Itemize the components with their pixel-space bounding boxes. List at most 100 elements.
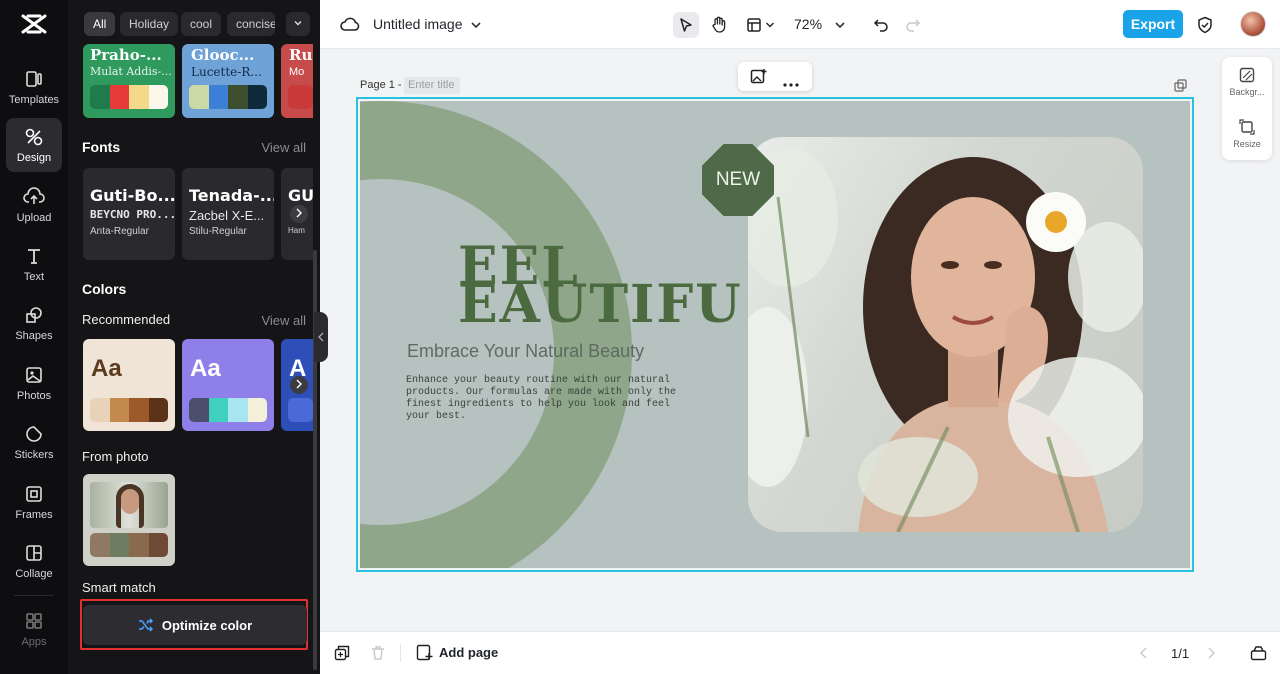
body-paragraph[interactable]: Enhance your beauty routine with our nat…	[406, 375, 681, 423]
redo-icon	[906, 19, 921, 32]
palette-sample-text: Aa	[91, 355, 122, 382]
from-photo-title: From photo	[82, 449, 149, 464]
from-photo-card[interactable]	[83, 474, 175, 566]
hand-tool-button[interactable]	[706, 12, 732, 38]
fonts-next-button[interactable]	[290, 205, 308, 223]
rail-item-photos[interactable]: Photos	[6, 356, 62, 410]
palette-swatches	[288, 398, 313, 422]
theme-font-name: Ru	[289, 46, 313, 64]
undo-button[interactable]	[868, 12, 894, 38]
templates-icon	[23, 68, 45, 90]
chip-holiday[interactable]: Holiday	[120, 12, 179, 36]
duplicate-icon[interactable]	[334, 645, 350, 666]
top-toolbar: Untitled image 72% Export	[320, 0, 1280, 49]
subtitle-text[interactable]: Embrace Your Natural Beauty	[407, 341, 644, 362]
prev-page-icon[interactable]	[1139, 646, 1149, 665]
colors-title: Colors	[82, 281, 127, 297]
theme-card[interactable]: Ru Mo	[281, 44, 313, 118]
export-button[interactable]: Export	[1123, 10, 1183, 38]
photo-swatches	[90, 533, 168, 557]
zoom-level[interactable]: 72%	[794, 16, 822, 32]
theme-swatches	[90, 85, 168, 109]
rail-item-text[interactable]: Text	[6, 237, 62, 291]
theme-font-sub: Lucette-R...	[191, 65, 262, 79]
title-dropdown-chevron-icon[interactable]	[463, 12, 489, 38]
recommended-title: Recommended	[82, 312, 171, 327]
undo-icon	[873, 19, 888, 32]
next-page-icon[interactable]	[1206, 646, 1216, 665]
theme-font-name: Praho-...	[90, 46, 162, 64]
select-tool-button[interactable]	[673, 12, 699, 38]
rail-item-label: Templates	[8, 94, 60, 106]
model-photo[interactable]	[748, 137, 1143, 532]
colors-view-all-link[interactable]: View all	[261, 313, 306, 328]
chip-cool[interactable]: cool	[181, 12, 222, 36]
document-title[interactable]: Untitled image	[373, 16, 463, 32]
font-card[interactable]: Tenada-... Zacbel X-E... Stilu-Regular	[182, 168, 274, 260]
rail-item-frames[interactable]: Frames	[6, 475, 62, 529]
rail-item-label: Design	[16, 152, 52, 164]
font-card-line3: Anta-Regular	[90, 226, 149, 237]
page-manager-icon[interactable]	[1250, 645, 1267, 666]
more-options-icon[interactable]	[783, 74, 799, 92]
upload-icon	[23, 186, 45, 208]
rail-item-label: Photos	[16, 390, 52, 402]
redo-button[interactable]	[900, 12, 926, 38]
frames-icon	[23, 483, 45, 505]
background-tool[interactable]: Backgr...	[1222, 67, 1272, 97]
avatar[interactable]	[1240, 11, 1266, 37]
palette-swatches	[189, 398, 267, 422]
zoom-chevron-icon[interactable]	[827, 12, 853, 38]
chip-all[interactable]: All	[84, 12, 116, 36]
chips-more-button[interactable]	[286, 12, 310, 36]
collapse-panel-button[interactable]	[314, 312, 328, 362]
replace-image-icon[interactable]	[750, 68, 768, 90]
cloud-icon[interactable]	[337, 12, 363, 38]
color-palette-card[interactable]: Aa	[182, 339, 274, 431]
cursor-icon	[680, 18, 692, 32]
text-icon	[23, 245, 45, 267]
palette-sample-text: Aa	[190, 355, 221, 382]
theme-font-name: Glooc...	[191, 46, 255, 64]
rail-item-label: Frames	[15, 509, 53, 521]
resize-tool[interactable]: Resize	[1222, 119, 1272, 149]
theme-card[interactable]: Glooc... Lucette-R...	[182, 44, 274, 118]
theme-swatches	[189, 85, 267, 109]
apps-icon	[23, 610, 45, 632]
duplicate-page-icon[interactable]	[1174, 79, 1187, 97]
rail-item-design[interactable]: Design	[6, 118, 62, 172]
shapes-icon	[23, 304, 45, 326]
shield-icon[interactable]	[1192, 12, 1218, 38]
color-palette-card[interactable]: Aa	[83, 339, 175, 431]
rail-item-templates[interactable]: Templates	[6, 60, 62, 114]
rail-item-upload[interactable]: Upload	[6, 178, 62, 232]
font-card-line1: Guti-Bo...	[90, 186, 175, 205]
palette-swatches	[90, 398, 168, 422]
rail-item-apps[interactable]: Apps	[6, 602, 62, 656]
chevron-right-icon	[296, 379, 302, 389]
font-card-line3: Stilu-Regular	[189, 226, 247, 237]
photos-icon	[23, 364, 45, 386]
trash-icon[interactable]	[370, 645, 386, 666]
optimize-color-button[interactable]: Optimize color	[83, 605, 307, 645]
headline-line-2[interactable]: EAUTIFU	[458, 279, 743, 331]
add-page-button[interactable]: Add page	[416, 644, 498, 661]
layout-dropdown-button[interactable]	[741, 12, 779, 38]
theme-swatches	[288, 85, 313, 109]
rail-item-shapes[interactable]: Shapes	[6, 296, 62, 350]
colors-next-button[interactable]	[290, 376, 308, 394]
smart-match-title: Smart match	[82, 580, 156, 595]
rail-item-collage[interactable]: Collage	[6, 534, 62, 588]
rail-item-label: Shapes	[15, 330, 53, 342]
chevron-down-icon	[294, 21, 302, 26]
rail-item-stickers[interactable]: Stickers	[6, 415, 62, 469]
design-icon	[23, 126, 45, 148]
design-canvas[interactable]: NEW EEL EAUTIFU Embrace Your Natural Bea…	[360, 101, 1190, 568]
theme-card[interactable]: Praho-... Mulat Addis-...	[83, 44, 175, 118]
chip-concise[interactable]: concise	[227, 12, 275, 36]
rail-divider	[14, 595, 54, 596]
font-card[interactable]: Guti-Bo... BEYCNO PRO... Anta-Regular	[83, 168, 175, 260]
page-title-input[interactable]: Enter title	[404, 77, 460, 94]
capcut-logo[interactable]	[20, 12, 48, 36]
fonts-view-all-link[interactable]: View all	[261, 140, 306, 155]
